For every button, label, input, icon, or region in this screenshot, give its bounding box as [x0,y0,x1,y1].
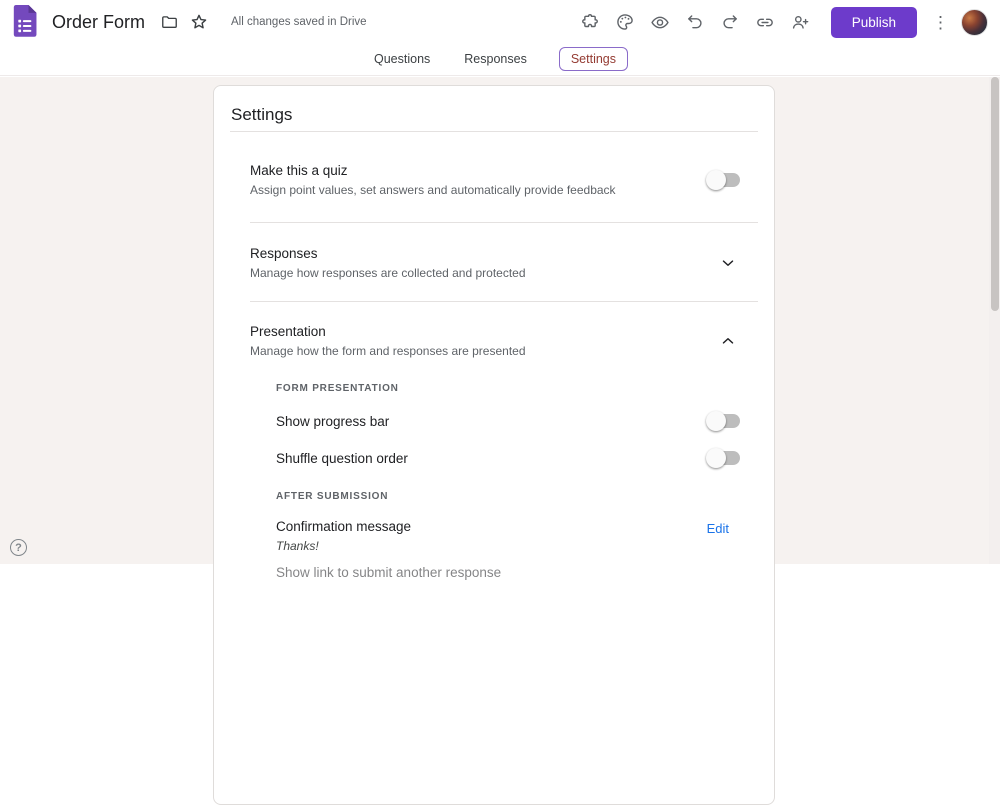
quiz-title: Make this a quiz [250,163,348,178]
star-icon[interactable] [189,12,209,32]
presentation-title: Presentation [250,324,326,339]
quiz-description: Assign point values, set answers and aut… [250,183,616,197]
partial-next-row: Show link to submit another response [276,565,742,580]
confirmation-value: Thanks! [276,539,319,553]
document-title[interactable]: Order Form [52,12,145,33]
responses-description: Manage how responses are collected and p… [250,266,526,280]
after-submission-label: AFTER SUBMISSION [276,491,389,502]
show-progress-label: Show progress bar [276,413,390,429]
redo-icon[interactable] [720,12,740,32]
publish-button[interactable]: Publish [830,6,917,38]
app-bar: Order Form All changes saved in Drive Pu… [0,0,1000,44]
theme-palette-icon[interactable] [615,12,635,32]
tab-bar: Questions Responses Settings [0,44,1000,76]
settings-page: Settings Make this a quiz Assign point v… [0,77,1000,805]
confirmation-title: Confirmation message [276,519,412,534]
tab-questions[interactable]: Questions [372,46,432,72]
show-progress-toggle[interactable] [706,411,742,431]
tab-settings[interactable]: Settings [558,47,628,71]
quiz-section: Make this a quiz Assign point values, se… [214,132,774,222]
responses-section[interactable]: Responses Manage how responses are colle… [214,223,774,301]
partial-next-row-label: Show link to submit another response [276,565,502,580]
chevron-down-icon[interactable] [719,254,737,272]
show-progress-row: Show progress bar [276,411,742,431]
presentation-expanded-content: FORM PRESENTATION Show progress bar Shuf… [214,383,774,580]
chevron-up-icon[interactable] [719,332,737,350]
copy-link-icon[interactable] [755,12,775,32]
shuffle-toggle[interactable] [706,448,742,468]
form-presentation-label: FORM PRESENTATION [276,383,399,394]
preview-eye-icon[interactable] [650,12,670,32]
undo-icon[interactable] [685,12,705,32]
responses-title: Responses [250,246,318,261]
presentation-description: Manage how the form and responses are pr… [250,344,526,358]
avatar[interactable] [961,8,988,36]
more-menu-icon[interactable]: ⋮ [932,14,949,31]
settings-card: Settings Make this a quiz Assign point v… [213,85,775,805]
move-to-folder-icon[interactable] [159,12,179,32]
help-icon[interactable]: ? [10,539,27,556]
confirmation-row: Confirmation message Thanks! Edit [276,519,742,553]
forms-logo[interactable] [10,5,38,39]
presentation-section-header[interactable]: Presentation Manage how the form and res… [214,302,774,358]
shuffle-row: Shuffle question order [276,448,742,468]
add-collaborator-icon[interactable] [790,12,810,32]
settings-heading: Settings [231,105,293,124]
save-status[interactable]: All changes saved in Drive [231,16,367,28]
shuffle-label: Shuffle question order [276,450,408,466]
edit-confirmation-link[interactable]: Edit [707,521,729,536]
quiz-toggle[interactable] [706,170,742,190]
extensions-icon[interactable] [580,12,600,32]
scrollbar-thumb[interactable] [991,77,999,311]
tab-responses[interactable]: Responses [462,46,529,72]
